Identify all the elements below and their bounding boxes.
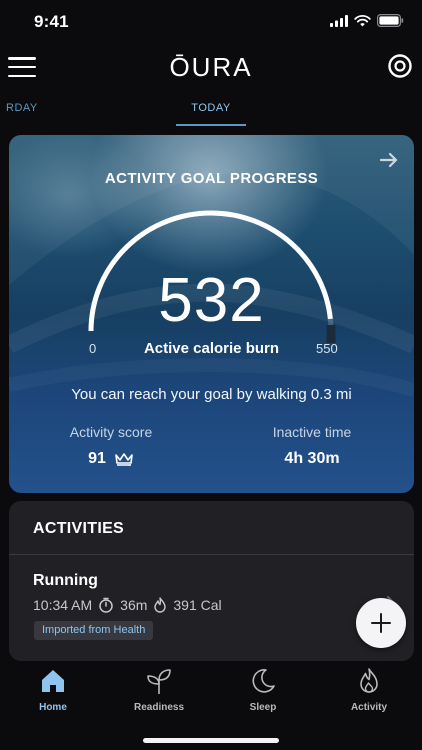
- home-icon: [42, 670, 64, 692]
- tab-today-underline: [176, 124, 246, 126]
- status-icons: [330, 14, 404, 27]
- inactive-time-value: 4h 30m: [284, 450, 340, 467]
- cellular-signal-icon: [330, 14, 348, 27]
- tab-label-home: Home: [39, 702, 67, 713]
- tab-label-readiness: Readiness: [133, 702, 185, 713]
- arrow-right-icon[interactable]: [378, 149, 400, 171]
- divider: [9, 554, 414, 555]
- calorie-value: 532: [158, 266, 265, 335]
- tab-today[interactable]: TODAY: [176, 102, 246, 114]
- flame-icon: [360, 668, 378, 693]
- inactive-time: Inactive time 4h 30m: [222, 424, 402, 468]
- activity-score-label: Activity score: [69, 424, 153, 440]
- import-source-badge: Imported from Health: [34, 621, 154, 640]
- activity-time: 10:34 AM: [33, 597, 93, 613]
- tab-home[interactable]: Home: [11, 666, 95, 713]
- activity-name: Running: [33, 572, 98, 589]
- bottom-tab-bar: Home Readiness Sleep Activity: [0, 662, 422, 750]
- sprout-icon: [147, 669, 171, 694]
- ring-icon[interactable]: [386, 52, 414, 80]
- stopwatch-icon: [98, 597, 114, 613]
- gauge-max-label: 550: [316, 341, 338, 356]
- goal-message: You can reach your goal by walking 0.3 m…: [71, 386, 352, 403]
- activities-card: ACTIVITIES Running 10:34 AM 36m 391 Cal …: [9, 501, 414, 661]
- activity-score-value: 91: [88, 450, 106, 467]
- add-activity-button[interactable]: [356, 598, 406, 648]
- home-indicator: [143, 738, 279, 743]
- activities-title: ACTIVITIES: [33, 520, 125, 537]
- moon-icon: [252, 669, 275, 693]
- activity-calories: 391 Cal: [173, 597, 222, 613]
- crown-icon: [115, 453, 133, 466]
- status-time: 9:41: [34, 12, 69, 31]
- header: ŌURA: [0, 48, 422, 88]
- brand-logo: ŌURA: [169, 52, 253, 82]
- battery-icon: [377, 14, 404, 27]
- wifi-icon: [354, 14, 371, 26]
- activity-goal-card[interactable]: ACTIVITY GOAL PROGRESS 532 0 Active calo…: [9, 135, 414, 493]
- tab-label-activity: Activity: [350, 702, 388, 713]
- plus-icon: [371, 613, 391, 633]
- calorie-label: Active calorie burn: [143, 340, 280, 357]
- date-tabs: RDAY TODAY: [0, 90, 422, 126]
- status-bar: 9:41: [0, 0, 422, 46]
- activity-duration: 36m: [120, 597, 148, 613]
- inactive-time-label: Inactive time: [272, 424, 352, 440]
- card-title: ACTIVITY GOAL PROGRESS: [104, 170, 319, 187]
- tab-label-sleep: Sleep: [249, 702, 277, 713]
- tab-activity[interactable]: Activity: [327, 666, 411, 713]
- activity-score: Activity score 91: [21, 424, 201, 468]
- tab-sleep[interactable]: Sleep: [221, 666, 305, 713]
- tab-readiness[interactable]: Readiness: [117, 666, 201, 713]
- flame-icon: [153, 597, 167, 613]
- tab-yesterday[interactable]: RDAY: [6, 102, 38, 114]
